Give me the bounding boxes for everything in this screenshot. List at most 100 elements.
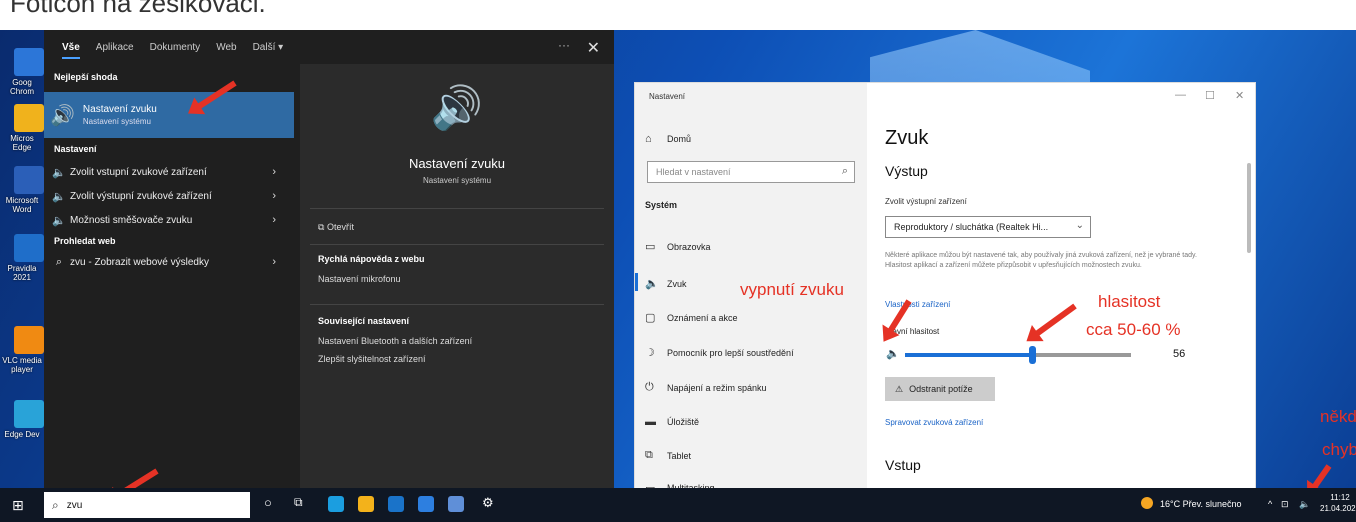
volume-slider[interactable] [905,346,1131,364]
device-properties-link[interactable]: Vlastnosti zařízení [885,300,950,309]
window-title: Nastavení [649,92,686,101]
nav-focus-assist[interactable]: ☽ Pomocník pro lepší soustředění [645,346,794,359]
volume-fill [905,353,1032,357]
divider [310,244,604,245]
taskbar: ⊞ ⌕ zvu ○ ⧉ ⚙ 16°C Přev. slunečno ^ ⊡ 🔈 … [0,488,1356,522]
nav-label: Úložiště [667,417,700,427]
gear-icon[interactable]: ⚙ [482,495,494,511]
nav-storage[interactable]: ▬ Úložiště [645,416,699,428]
clock-date: 21.04.2021 [1320,504,1356,513]
desktop-icon[interactable] [14,104,44,132]
home-icon: ⌂ [645,133,652,145]
speaker-icon[interactable]: 🔈 [886,347,900,360]
monitor-icon: ▭ [645,241,656,253]
settings-window: Nastavení ⌂ Domů Hledat v nastavení ⌕ Sys… [634,82,1256,495]
clock-time: 11:12 [1330,493,1350,502]
storage-icon: ▬ [645,416,656,428]
desktop-icon[interactable] [14,166,44,194]
tab-documents[interactable]: Dokumenty [150,42,201,53]
result-mixer[interactable]: 🔈 Možnosti směšovače zvuku › [44,208,294,232]
section-system: Systém [645,200,677,210]
tab-all[interactable]: Vše [62,42,80,59]
cortana-icon[interactable]: ○ [264,495,272,510]
nav-label: Napájení a režim spánku [667,382,767,393]
best-match-item[interactable]: 🔊 Nastavení zvuku Nastavení systému [44,92,294,138]
mail-icon[interactable] [418,496,434,512]
search-placeholder: Hledat v nastavení [656,167,731,177]
minimize-button[interactable]: — [1175,89,1186,101]
taskbar-search-input[interactable]: ⌕ zvu [44,492,250,518]
nav-label: Obrazovka [667,241,711,252]
nav-sound[interactable]: 🔈 Zvuk [645,277,687,290]
result-label: zvu - Zobrazit webové výsledky [70,256,209,268]
divider [310,208,604,209]
speaker-icon: 🔊 [50,104,75,127]
speaker-icon[interactable]: 🔈 [1299,499,1310,510]
related-bluetooth[interactable]: Nastavení Bluetooth a dalších zařízení [318,336,472,346]
selected-indicator [635,273,638,291]
file-explorer-icon[interactable] [358,496,374,512]
troubleshoot-button[interactable]: ⚠ Odstranit potíže [885,377,995,401]
app-icon[interactable] [448,496,464,512]
caption-text: Foticon na zešikovači. [10,0,266,18]
nav-label: Pomocník pro lepší soustředění [667,347,794,358]
nav-home[interactable]: ⌂ Domů [645,133,691,145]
store-icon[interactable] [388,496,404,512]
windows-start-icon[interactable]: ⊞ [12,497,24,514]
related-header: Související nastavení [318,316,410,326]
help-item[interactable]: Nastavení mikrofonu [318,274,401,284]
nav-display[interactable]: ▭ Obrazovka [645,240,711,253]
weather-text[interactable]: 16°C Přev. slunečno [1160,499,1241,509]
manage-devices-link[interactable]: Spravovat zvuková zařízení [885,418,983,427]
tab-more[interactable]: Další ▾ [253,42,284,53]
page-title: Zvuk [885,127,929,149]
output-device-select[interactable]: Reproduktory / sluchátka (Realtek Hi... … [885,216,1091,238]
clock[interactable]: 11:12 21.04.2021 [1320,492,1356,514]
result-output-device[interactable]: 🔈 Zvolit výstupní zvukové zařízení › [44,184,294,208]
button-label: Odstranit potíže [909,384,973,394]
open-action[interactable]: ⧉ Otevřít [318,222,354,233]
output-heading: Výstup [885,163,928,179]
desktop-icon[interactable] [14,48,44,76]
section-label: Systém [645,200,678,210]
info-text: Některé aplikace můžou být nastavené tak… [885,252,1197,269]
task-view-icon[interactable]: ⧉ [294,495,303,510]
select-value: Reproduktory / sluchátka (Realtek Hi... [894,222,1049,232]
result-input-device[interactable]: 🔈 Zvolit vstupní zvukové zařízení › [44,160,294,184]
nav-tablet[interactable]: ⧉ Tablet [645,449,691,462]
web-header: Prohledat web [54,236,116,246]
nav-label: Oznámení a akce [667,312,738,323]
nav-notifications[interactable]: ▢ Oznámení a akce [645,311,738,324]
chevron-right-icon: › [272,256,276,268]
search-icon: ⌕ [55,255,63,268]
settings-search-input[interactable]: Hledat v nastavení ⌕ [647,161,855,183]
search-icon: ⌕ [841,165,848,177]
annotation-mute: vypnutí zvuku [740,280,844,299]
edge-icon[interactable] [328,496,344,512]
desktop-icon[interactable] [14,326,44,354]
speaker-icon: 🔈 [52,214,66,227]
chevron-right-icon: › [272,190,276,202]
tab-apps[interactable]: Aplikace [96,42,134,53]
maximize-button[interactable]: ☐ [1205,89,1215,102]
desktop-icon[interactable] [14,400,44,428]
close-button[interactable]: ✕ [1235,89,1244,102]
desktop-icon[interactable] [14,234,44,262]
network-icon[interactable]: ⊡ [1281,499,1289,510]
close-icon[interactable]: ✕ [587,38,600,58]
nav-label: Domů [667,134,692,144]
tab-web[interactable]: Web [216,42,236,53]
speaker-icon: 🔈 [52,190,66,203]
chevron-up-icon[interactable]: ^ [1268,499,1272,509]
weather-icon [1141,497,1153,509]
result-web[interactable]: ⌕ zvu - Zobrazit webové výsledky › [44,250,294,274]
speaker-icon: 🔈 [52,166,66,179]
desktop-icon-label: Microsoft Word [5,196,39,214]
desktop-icon-label: Goog Chrom [9,78,34,96]
related-hearing[interactable]: Zlepšit slyšitelnost zařízení [318,354,426,364]
nav-power[interactable]: ⏻ Napájení a režim spánku [645,381,767,394]
result-label: Zvolit vstupní zvukové zařízení [70,166,207,178]
more-options-icon[interactable]: ··· [558,38,570,52]
moon-icon: ☽ [645,347,655,359]
scrollbar[interactable] [1247,163,1251,253]
